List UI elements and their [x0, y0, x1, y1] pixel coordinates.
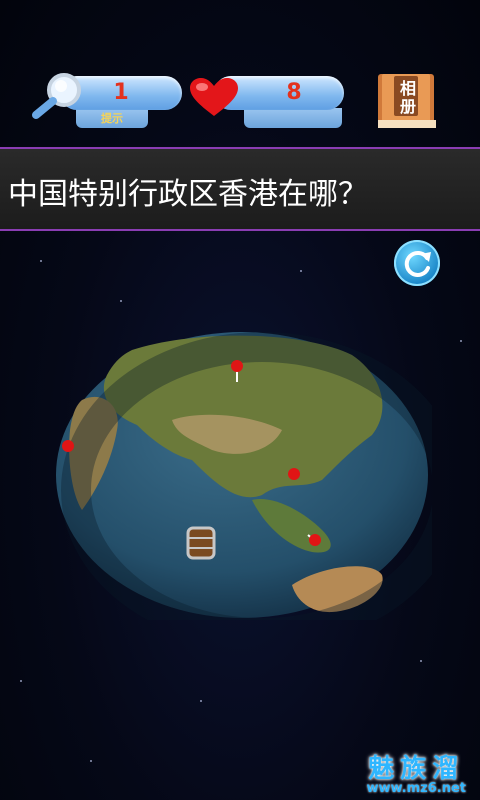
- watermark-brand: 魅族溜: [368, 754, 465, 784]
- question-bar: 中国特别行政区香港在哪？: [0, 147, 480, 231]
- heart-icon: [190, 78, 238, 116]
- hud: 提示 1 8 相册: [0, 0, 480, 145]
- refresh-icon: [404, 250, 431, 277]
- map-pin[interactable]: [62, 440, 74, 452]
- question-text: 中国特别行政区香港在哪？: [8, 177, 368, 212]
- hint-label: 提示: [101, 112, 123, 125]
- globe[interactable]: [52, 330, 432, 620]
- map-pin[interactable]: [288, 468, 300, 480]
- watermark: 魅族溜 www.mz6.net: [366, 748, 466, 796]
- barrel-icon[interactable]: [186, 526, 216, 560]
- album-label: 相册: [399, 79, 416, 116]
- magnifier-icon[interactable]: [28, 70, 88, 120]
- watermark-url: www.mz6.net: [366, 781, 466, 796]
- lives-count: 8: [286, 80, 302, 105]
- lives-tab: [244, 108, 342, 128]
- refresh-button[interactable]: [394, 240, 440, 286]
